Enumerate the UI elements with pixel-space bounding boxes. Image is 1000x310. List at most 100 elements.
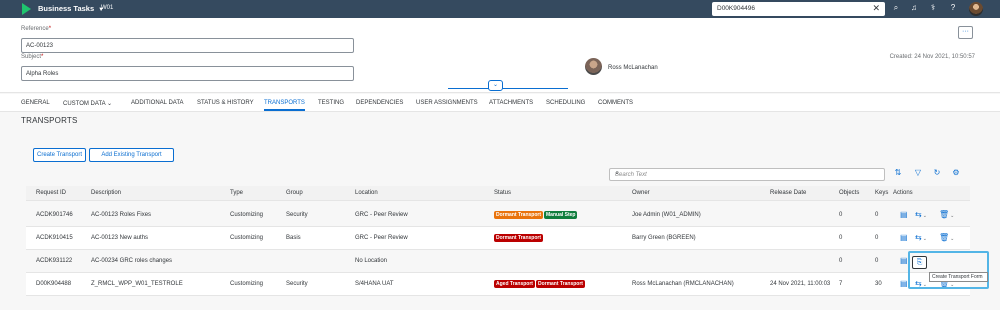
tab-bar: GENERAL CUSTOM DATA ⌄ ADDITIONAL DATA ST…	[0, 94, 1000, 112]
clipboard-icon[interactable]: ▤	[900, 256, 908, 265]
subject-value: Alpha Roles	[26, 71, 59, 77]
create-transport-button[interactable]: Create Transport	[33, 148, 86, 162]
col-status[interactable]: Status	[494, 190, 511, 196]
created-timestamp: Created: 24 Nov 2021, 10:50:57	[889, 54, 975, 60]
status-badge: Dormant Transport	[535, 280, 585, 288]
settings-icon[interactable]: ⚙	[950, 168, 962, 177]
location: S/4HANA UAT	[355, 281, 394, 287]
group: Security	[286, 281, 308, 287]
shell-bar: Business Tasks ▼ W01 D00K904496 ✕ ⌕ ♫ ⚕ ?	[0, 0, 1000, 18]
transport-tools-icon[interactable]: ⚕	[927, 3, 939, 12]
col-description[interactable]: Description	[91, 190, 121, 196]
help-icon[interactable]: ?	[947, 3, 959, 12]
table-row[interactable]: ACDK910415 AC-00123 New auths Customizin…	[26, 227, 970, 250]
status-cell: Dormant Transport	[494, 234, 544, 242]
tab-status-history[interactable]: STATUS & HISTORY	[197, 100, 254, 106]
tab-general[interactable]: GENERAL	[21, 100, 50, 106]
refresh-icon[interactable]: ↻	[931, 168, 943, 177]
description: AC-00123 Roles Fixes	[91, 212, 152, 218]
clipboard-icon[interactable]: ▤	[900, 233, 908, 242]
tab-user-assignments[interactable]: USER ASSIGNMENTS	[416, 100, 478, 106]
objects-count: 0	[839, 235, 843, 241]
tab-scheduling[interactable]: SCHEDULING	[546, 100, 585, 106]
reference-label: Reference*	[21, 26, 52, 32]
tab-dependencies[interactable]: DEPENDENCIES	[356, 100, 403, 106]
col-group[interactable]: Group	[286, 190, 303, 196]
system-id: W01	[101, 5, 114, 11]
app-title-menu[interactable]: Business Tasks ▼	[38, 4, 104, 13]
delete-menu[interactable]: 🗑⌄	[939, 233, 954, 242]
description: AC-00123 New auths	[91, 235, 149, 241]
active-tab-indicator	[264, 109, 305, 111]
app-logo-icon[interactable]	[22, 3, 31, 15]
table-search-input[interactable]: Search Text ⌕	[609, 168, 885, 181]
col-objects[interactable]: Objects	[839, 190, 859, 196]
table-row[interactable]: D00K904488 Z_RMCL_WPP_W01_TESTROLE Custo…	[26, 273, 970, 296]
status-badge: Dormant Transport	[494, 211, 544, 219]
objects-count: 0	[839, 258, 843, 264]
global-search-input[interactable]: D00K904496 ✕	[712, 2, 885, 16]
filter-icon[interactable]: ▽	[912, 168, 924, 177]
table-header: Request ID Description Type Group Locati…	[26, 186, 970, 201]
search-icon[interactable]: ⌕	[615, 170, 881, 178]
reference-value: AC-00123	[26, 43, 54, 49]
table-row[interactable]: ACDK901746 AC-00123 Roles Fixes Customiz…	[26, 204, 970, 227]
reference-field[interactable]: AC-00123	[21, 38, 354, 53]
tab-comments[interactable]: COMMENTS	[598, 100, 633, 106]
sort-icon[interactable]: ⇅	[892, 168, 904, 177]
notifications-bell-icon[interactable]: ♫	[908, 3, 920, 12]
status-badge: Aged Transport	[494, 280, 535, 288]
status-cell: Dormant Transport Manual Step	[494, 211, 578, 219]
delete-menu[interactable]: 🗑⌄	[939, 210, 954, 219]
tab-testing[interactable]: TESTING	[318, 100, 344, 106]
col-type[interactable]: Type	[230, 190, 243, 196]
objects-count: 0	[839, 212, 843, 218]
type: Customizing	[230, 235, 264, 241]
clear-search-icon[interactable]: ✕	[872, 3, 880, 14]
col-release-date[interactable]: Release Date	[770, 190, 806, 196]
col-request-id[interactable]: Request ID	[36, 190, 66, 196]
tab-attachments[interactable]: ATTACHMENTS	[489, 100, 533, 106]
tab-additional-data[interactable]: ADDITIONAL DATA	[131, 100, 184, 106]
tab-custom-data[interactable]: CUSTOM DATA ⌄	[63, 100, 112, 107]
clipboard-icon[interactable]: ▤	[900, 210, 908, 219]
owner-name: Ross McLanachan	[608, 65, 658, 71]
more-options-button[interactable]: ···	[958, 26, 973, 39]
owner: Ross McLanachan (RMCLANACHAN)	[632, 281, 734, 287]
location: No Location	[355, 258, 388, 264]
request-id: ACDK931122	[36, 258, 73, 264]
header-divider	[448, 88, 568, 89]
subject-field[interactable]: Alpha Roles	[21, 66, 354, 81]
status-badge: Manual Step	[544, 211, 578, 219]
collapse-header-button[interactable]: ⌄	[488, 80, 503, 91]
user-avatar[interactable]	[969, 2, 983, 16]
status-badge: Dormant Transport	[494, 234, 544, 242]
objects-count: 7	[839, 281, 843, 287]
tooltip: Create Transport Form	[929, 272, 988, 282]
transport-actions-menu[interactable]: ⇆⌄	[915, 233, 927, 242]
global-search-value: D00K904496	[717, 5, 755, 12]
col-actions: Actions	[893, 190, 913, 196]
chevron-down-icon: ⌄	[107, 101, 113, 107]
keys-count: 0	[875, 235, 879, 241]
add-existing-transport-button[interactable]: Add Existing Transport	[89, 148, 174, 162]
create-transport-form-button[interactable]: ⎘	[912, 256, 927, 269]
transport-actions-menu[interactable]: ⇆⌄	[915, 210, 927, 219]
request-id: D00K904488	[36, 281, 72, 287]
type: Customizing	[230, 281, 264, 287]
release-date: 24 Nov 2021, 11:00:03	[770, 281, 831, 287]
col-owner[interactable]: Owner	[632, 190, 650, 196]
col-location[interactable]: Location	[355, 190, 378, 196]
tab-transports[interactable]: TRANSPORTS	[264, 100, 305, 106]
group: Basis	[286, 235, 301, 241]
col-keys[interactable]: Keys	[875, 190, 888, 196]
owner-avatar	[585, 58, 602, 75]
table-row[interactable]: ACDK931122 AC-00234 GRC roles changes No…	[26, 250, 970, 273]
owner: Joe Admin (W01_ADMIN)	[632, 212, 701, 218]
description: Z_RMCL_WPP_W01_TESTROLE	[91, 281, 183, 287]
location: GRC - Peer Review	[355, 212, 408, 218]
clipboard-icon[interactable]: ▤	[900, 279, 908, 288]
search-icon[interactable]: ⌕	[890, 3, 902, 13]
status-cell: Aged Transport Dormant Transport	[494, 280, 586, 288]
owner: Barry Green (BGREEN)	[632, 235, 696, 241]
